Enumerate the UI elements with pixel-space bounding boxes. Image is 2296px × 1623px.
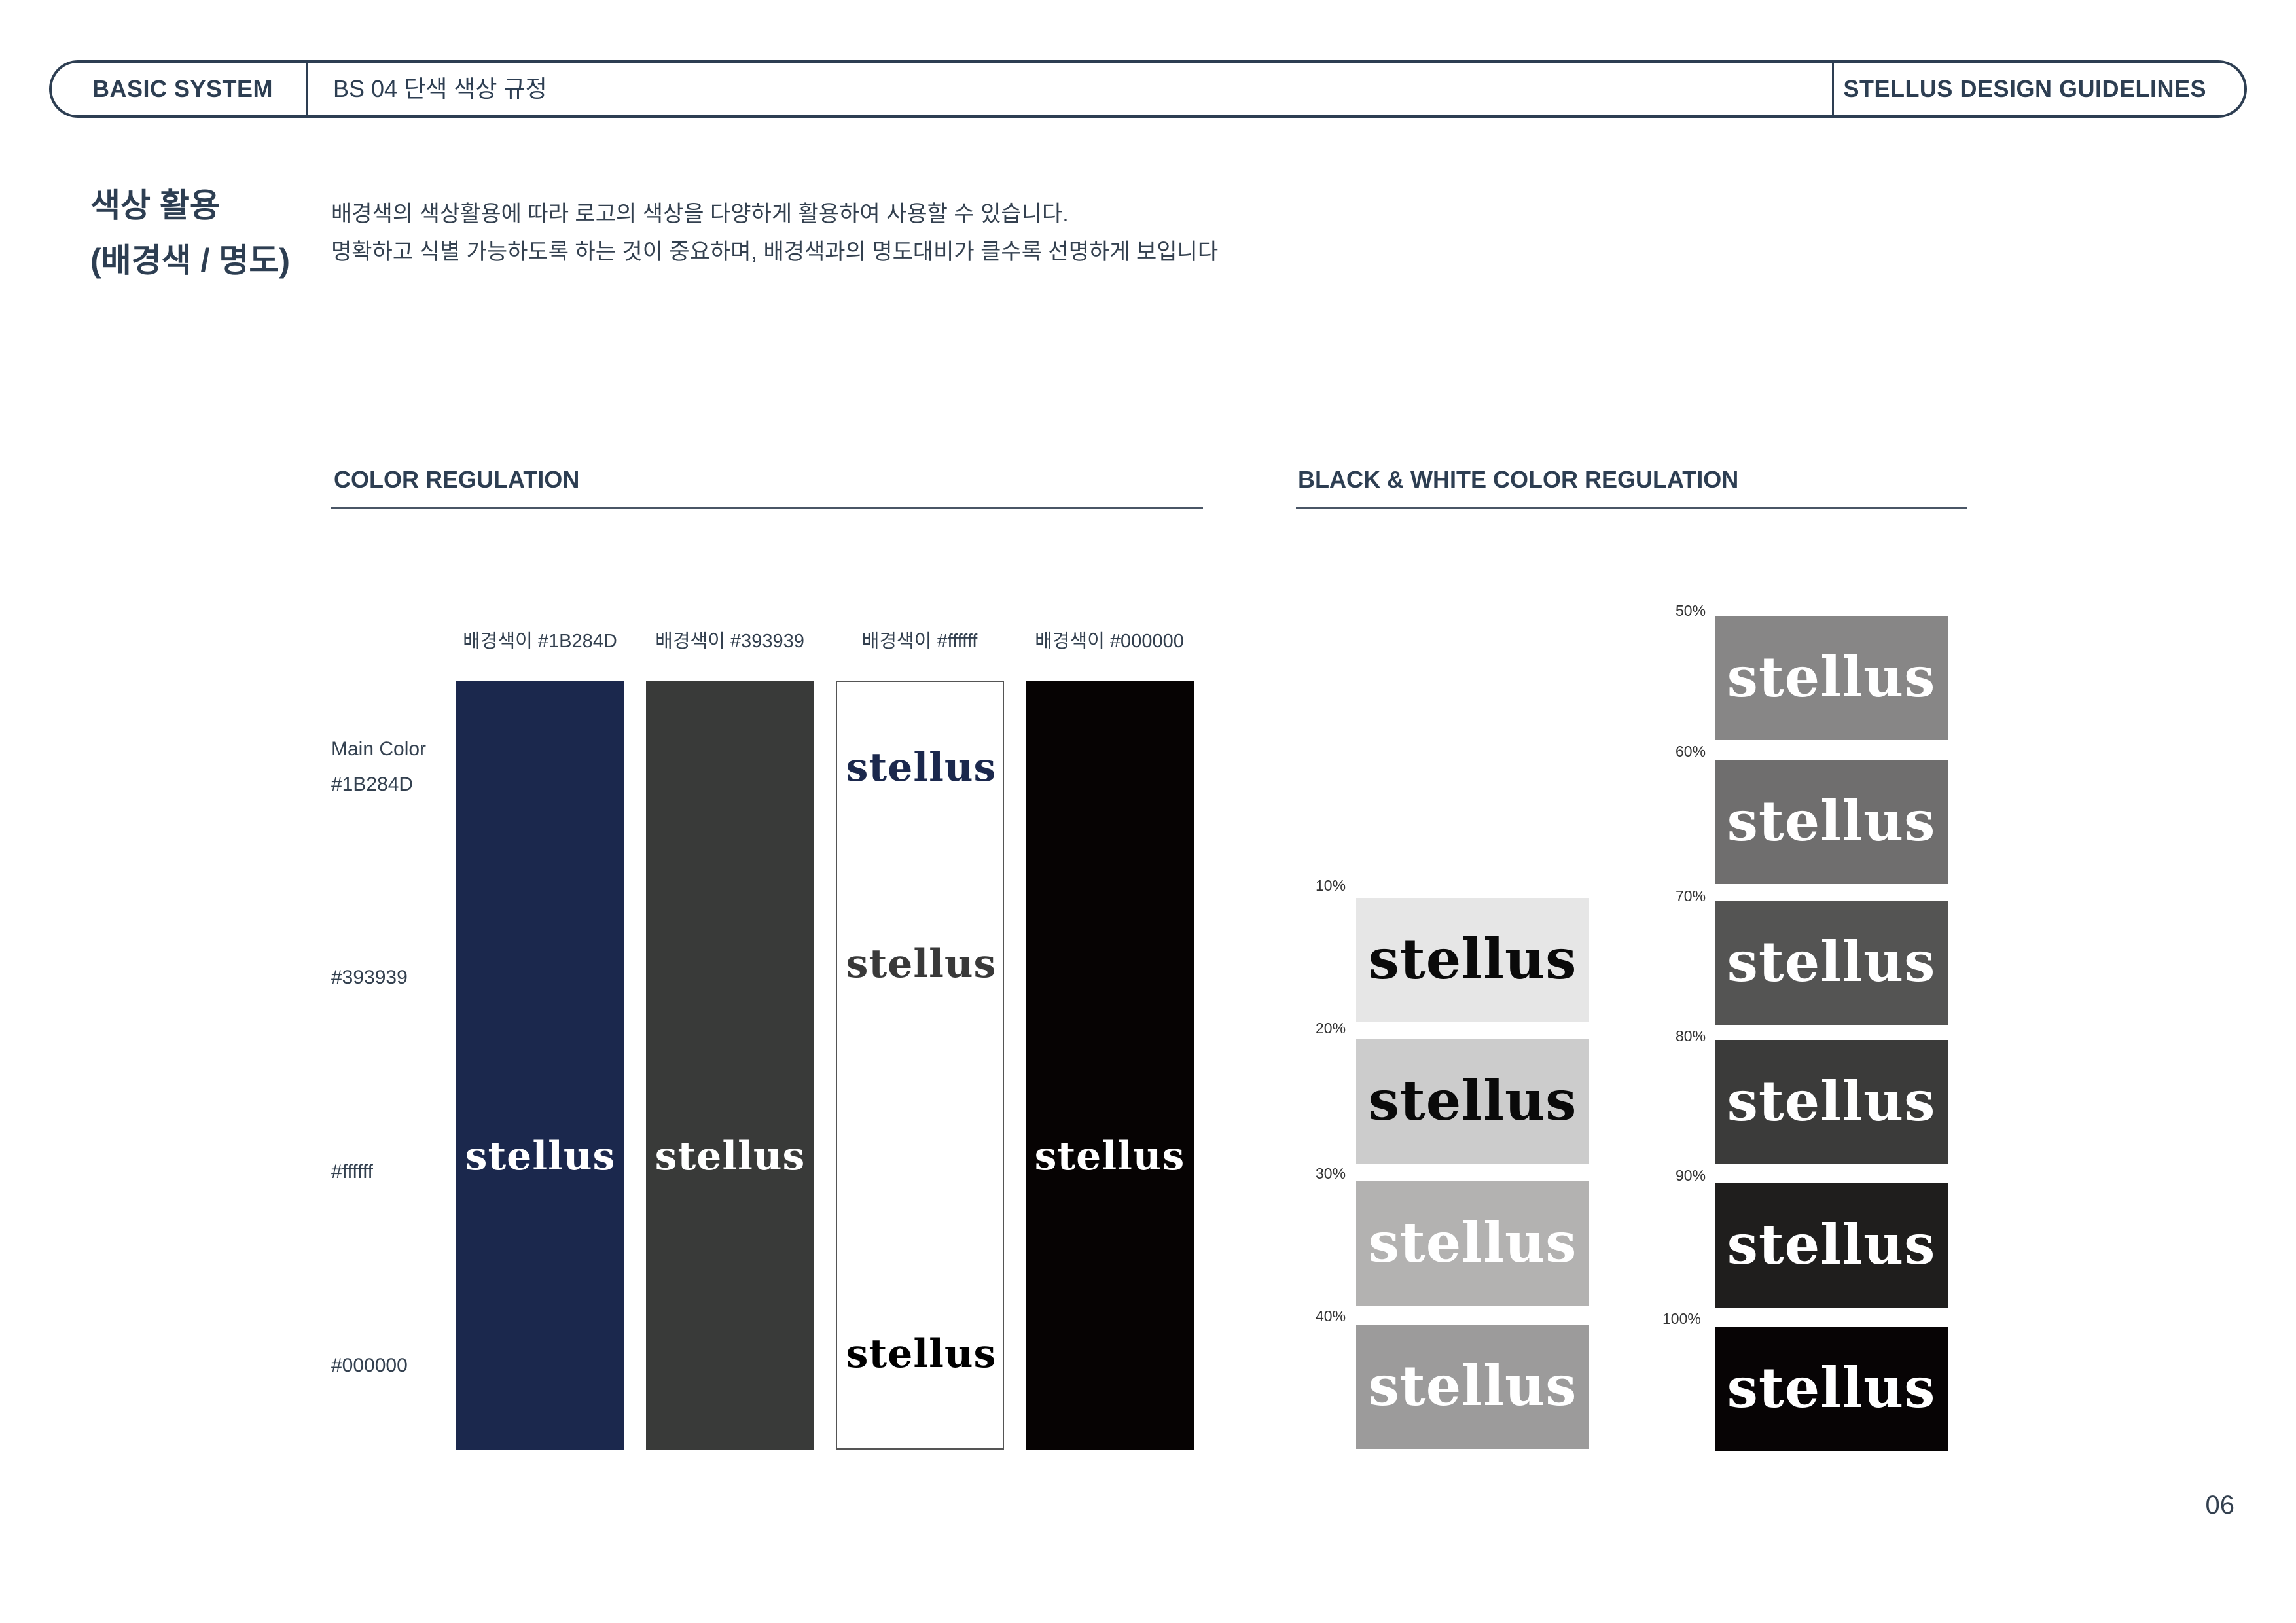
- description-line: 명확하고 식별 가능하도록 하는 것이 중요하며, 배경색과의 명도대비가 클수…: [331, 240, 1219, 264]
- stellus-logo: stellus: [465, 1133, 616, 1179]
- color-column-label: 배경색이 #ffffff: [861, 631, 978, 652]
- color-row-label: #393939: [331, 960, 408, 995]
- bw-tint-tile: stellus: [1715, 901, 1948, 1025]
- row-label-line: #393939: [331, 967, 408, 988]
- color-row-label: #ffffff: [331, 1154, 373, 1190]
- bw-tint-tile: stellus: [1356, 898, 1589, 1022]
- bw-tint-tile: stellus: [1715, 616, 1948, 740]
- section-title-line: 색상 활용: [90, 187, 220, 224]
- bw-regulation-title: BLACK & WHITE COLOR REGULATION: [1298, 466, 1739, 493]
- tint-percentage-label: 10%: [1316, 877, 1346, 894]
- stellus-logo: stellus: [655, 1133, 806, 1179]
- color-row-label: #000000: [331, 1348, 408, 1383]
- color-strip: stellus: [1026, 681, 1194, 1450]
- header-page-title: BS 04 단색 색상 규정: [333, 75, 547, 102]
- row-label-line: #000000: [331, 1355, 408, 1376]
- color-strip: stellus: [456, 681, 624, 1450]
- bw-tint-tile: stellus: [1715, 1040, 1948, 1164]
- stellus-logo: stellus: [846, 1331, 997, 1377]
- stellus-logo: stellus: [846, 745, 997, 791]
- header-divider: [1832, 63, 1834, 115]
- color-column-label: 배경색이 #000000: [1035, 631, 1184, 652]
- stellus-logo: stellus: [1727, 1069, 1936, 1133]
- color-column-label: 배경색이 #1B284D: [463, 631, 617, 652]
- color-column-label: 배경색이 #393939: [655, 631, 804, 652]
- row-label-line: #ffffff: [331, 1161, 373, 1183]
- stellus-logo: stellus: [1368, 1068, 1577, 1133]
- section-title-line: (배경색 / 명도): [90, 242, 290, 279]
- color-strip: stellus: [646, 681, 814, 1450]
- color-regulation-title: COLOR REGULATION: [334, 466, 580, 493]
- bw-regulation-rule: [1296, 507, 1967, 509]
- bw-tint-tile: stellus: [1356, 1181, 1589, 1306]
- page-number: 06: [2205, 1491, 2235, 1520]
- bw-tint-tile: stellus: [1715, 1327, 1948, 1451]
- color-regulation-rule: [331, 507, 1203, 509]
- header-bar: BASIC SYSTEM BS 04 단색 색상 규정 STELLUS DESI…: [49, 60, 2247, 118]
- stellus-logo: stellus: [1368, 1353, 1577, 1418]
- bw-tint-tile: stellus: [1715, 760, 1948, 884]
- stellus-logo: stellus: [846, 941, 997, 987]
- tint-percentage-label: 70%: [1676, 887, 1706, 904]
- stellus-logo: stellus: [1727, 789, 1936, 853]
- row-label-line: #1B284D: [331, 774, 414, 795]
- row-label-line: Main Color: [331, 738, 427, 760]
- tint-percentage-label: 100%: [1662, 1310, 1701, 1327]
- header-section-label: BASIC SYSTEM: [92, 75, 274, 102]
- bw-tint-tile: stellus: [1715, 1183, 1948, 1308]
- description-line: 배경색의 색상활용에 따라 로고의 색상을 다양하게 활용하여 사용할 수 있습…: [331, 202, 1069, 226]
- section-description: 배경색의 색상활용에 따라 로고의 색상을 다양하게 활용하여 사용할 수 있습…: [331, 195, 1218, 271]
- tint-percentage-label: 60%: [1676, 743, 1706, 760]
- tint-percentage-label: 40%: [1316, 1308, 1346, 1325]
- stellus-logo: stellus: [1727, 1355, 1936, 1420]
- tint-percentage-label: 20%: [1316, 1020, 1346, 1037]
- bw-tint-tile: stellus: [1356, 1039, 1589, 1164]
- stellus-logo: stellus: [1034, 1133, 1185, 1179]
- tint-percentage-label: 50%: [1676, 602, 1706, 619]
- color-row-label: Main Color #1B284D: [331, 732, 426, 802]
- bw-tint-tile: stellus: [1356, 1325, 1589, 1449]
- stellus-logo: stellus: [1727, 1212, 1936, 1277]
- header-brand-label: STELLUS DESIGN GUIDELINES: [1843, 75, 2206, 102]
- stellus-logo: stellus: [1727, 929, 1936, 994]
- color-strip: stellus stellus stellus: [836, 681, 1004, 1450]
- stellus-logo: stellus: [1368, 1210, 1577, 1275]
- header-divider: [306, 63, 308, 115]
- stellus-logo: stellus: [1368, 927, 1577, 991]
- tint-percentage-label: 80%: [1676, 1027, 1706, 1044]
- section-title: 색상 활용 (배경색 / 명도): [90, 178, 290, 288]
- tint-percentage-label: 90%: [1676, 1167, 1706, 1184]
- tint-percentage-label: 30%: [1316, 1165, 1346, 1182]
- stellus-logo: stellus: [1727, 645, 1936, 709]
